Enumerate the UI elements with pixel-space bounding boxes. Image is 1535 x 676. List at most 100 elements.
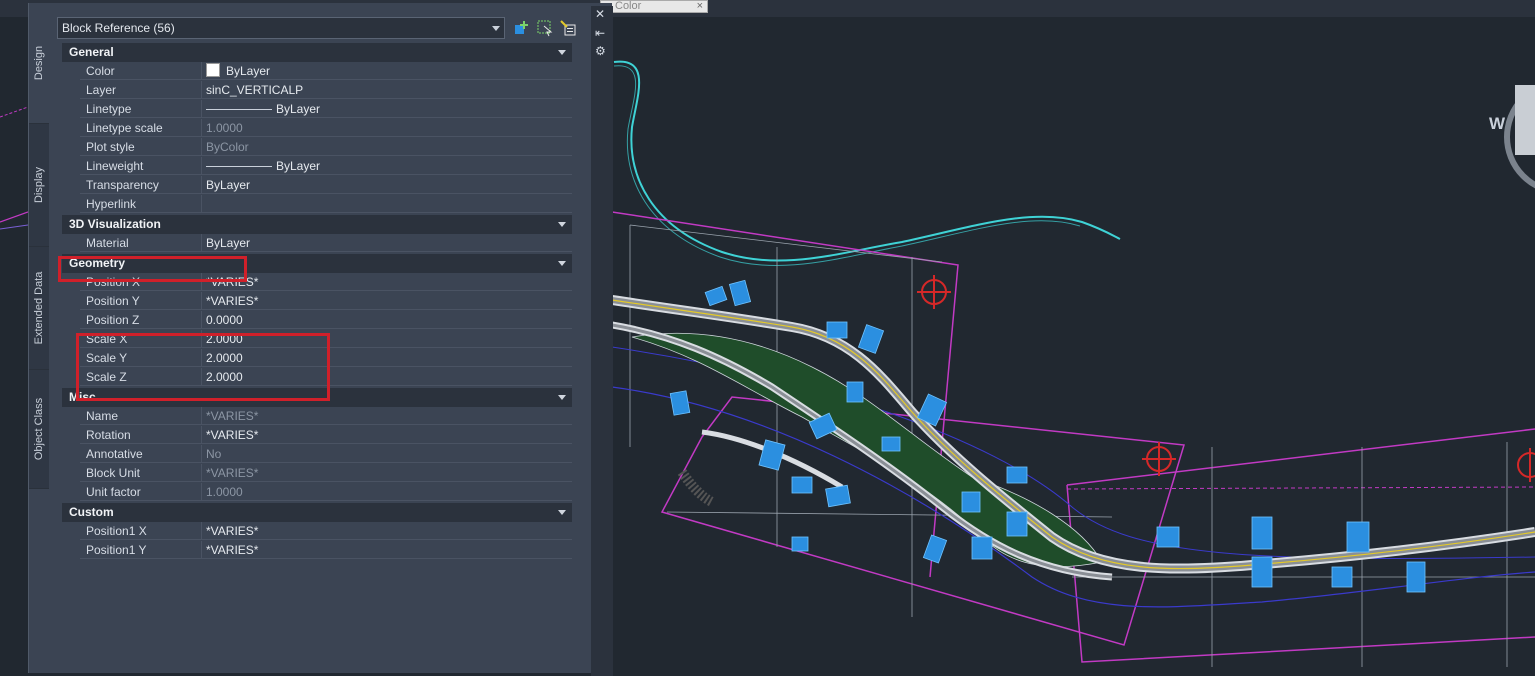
property-name: Unit factor (80, 483, 201, 501)
property-value[interactable]: No (201, 445, 572, 463)
property-name: Layer (80, 81, 201, 99)
section-custom[interactable]: Custom (62, 502, 572, 522)
row-gutter (62, 176, 80, 195)
property-row-position1-y[interactable]: Position1 Y *VARIES* (62, 541, 572, 560)
palette-title-strip (591, 6, 613, 676)
quick-select-icon[interactable] (559, 19, 577, 37)
property-row-plot-style[interactable]: Plot style ByColor (62, 138, 572, 157)
top-field-text: Color (615, 0, 642, 12)
property-value[interactable]: *VARIES* (201, 426, 572, 444)
tab-object-class[interactable]: Object Class (29, 370, 49, 489)
property-value[interactable]: ByLayer (201, 62, 572, 80)
viewcube-face[interactable] (1515, 85, 1535, 155)
palette-tabs: Design Display Extended Data Object Clas… (29, 3, 49, 673)
viewcube-label[interactable]: W (1489, 114, 1505, 134)
add-to-selection-icon[interactable] (513, 19, 531, 37)
property-value[interactable]: 1.0000 (201, 483, 572, 501)
row-gutter (62, 81, 80, 100)
tab-design[interactable]: Design (29, 3, 49, 124)
property-value[interactable]: ByLayer (201, 100, 572, 118)
property-value[interactable]: *VARIES* (201, 292, 572, 310)
palette-title-buttons: ✕ ⇤ ⚙ (591, 6, 611, 66)
property-value[interactable]: ByColor (201, 138, 572, 156)
property-value[interactable]: ByLayer (201, 157, 572, 175)
property-value-text: ByLayer (226, 64, 271, 78)
properties-menu-icon[interactable]: ⚙ (595, 44, 606, 58)
property-row-lineweight[interactable]: Lineweight ByLayer (62, 157, 572, 176)
property-name: Material (80, 234, 201, 252)
drawing-canvas[interactable]: W (612, 17, 1535, 673)
property-name: Block Unit (80, 464, 201, 482)
row-gutter (62, 445, 80, 464)
property-value[interactable]: *VARIES* (201, 522, 572, 540)
color-swatch-icon (206, 63, 220, 77)
property-value-text: ByLayer (276, 102, 321, 116)
property-value-text: ByLayer (276, 159, 321, 173)
property-row-position-z[interactable]: Position Z 0.0000 (62, 311, 572, 330)
row-gutter (62, 292, 80, 311)
row-gutter (62, 138, 80, 157)
collapse-icon (558, 510, 566, 515)
property-name: Lineweight (80, 157, 201, 175)
property-name: Linetype (80, 100, 201, 118)
property-value[interactable]: ByLayer (201, 234, 572, 252)
property-row-block-unit[interactable]: Block Unit *VARIES* (62, 464, 572, 483)
drawing-left-edge (0, 17, 28, 673)
property-grid: General Color ByLayer Layer sinC_VERTICALP… (62, 42, 572, 560)
top-field-clear[interactable]: × (697, 1, 703, 12)
property-name: Position1 X (80, 522, 201, 540)
top-color-field[interactable]: Color × (600, 0, 708, 13)
select-objects-icon[interactable] (536, 19, 554, 37)
palette-content: Block Reference (56) General Color ByLaye… (49, 3, 592, 673)
section-3d-visualization[interactable]: 3D Visualization (62, 214, 572, 234)
row-gutter (62, 195, 80, 214)
scale-highlight-box (76, 333, 330, 401)
property-value[interactable]: sinC_VERTICALP (201, 81, 572, 99)
row-gutter (62, 234, 80, 253)
property-row-transparency[interactable]: Transparency ByLayer (62, 176, 572, 195)
geometry-highlight-box (58, 256, 247, 282)
property-value[interactable]: 1.0000 (201, 119, 572, 137)
property-value[interactable]: *VARIES* (201, 541, 572, 559)
property-name: Color (80, 62, 201, 80)
property-row-unit-factor[interactable]: Unit factor 1.0000 (62, 483, 572, 502)
linetype-preview-icon (206, 109, 272, 110)
property-row-color[interactable]: Color ByLayer (62, 62, 572, 81)
property-row-layer[interactable]: Layer sinC_VERTICALP (62, 81, 572, 100)
property-row-position1-x[interactable]: Position1 X *VARIES* (62, 522, 572, 541)
section-custom-title: Custom (69, 505, 114, 519)
auto-hide-icon[interactable]: ⇤ (595, 26, 605, 40)
selection-dropdown[interactable]: Block Reference (56) (57, 17, 505, 39)
lineweight-preview-icon (206, 166, 272, 167)
property-value[interactable]: *VARIES* (201, 273, 572, 291)
row-gutter (62, 483, 80, 502)
property-row-rotation[interactable]: Rotation *VARIES* (62, 426, 572, 445)
property-value[interactable] (201, 195, 572, 213)
property-name: Transparency (80, 176, 201, 194)
property-row-position-y[interactable]: Position Y *VARIES* (62, 292, 572, 311)
property-name: Annotative (80, 445, 201, 463)
row-gutter (62, 62, 80, 81)
property-row-annotative[interactable]: Annotative No (62, 445, 572, 464)
collapse-icon (558, 261, 566, 266)
property-row-linetype[interactable]: Linetype ByLayer (62, 100, 572, 119)
property-row-name[interactable]: Name *VARIES* (62, 407, 572, 426)
road-drawing (612, 60, 1535, 667)
property-value[interactable]: 0.0000 (201, 311, 572, 329)
row-gutter (62, 464, 80, 483)
property-row-hyperlink[interactable]: Hyperlink (62, 195, 572, 214)
collapse-icon (558, 395, 566, 400)
property-row-linetype-scale[interactable]: Linetype scale 1.0000 (62, 119, 572, 138)
property-row-material[interactable]: Material ByLayer (62, 234, 572, 253)
property-value[interactable]: ByLayer (201, 176, 572, 194)
property-value[interactable]: *VARIES* (201, 464, 572, 482)
row-gutter (62, 541, 80, 560)
tab-display[interactable]: Display (29, 124, 49, 247)
tab-extended-data[interactable]: Extended Data (29, 247, 49, 370)
row-gutter (62, 157, 80, 176)
property-name: Position Y (80, 292, 201, 310)
section-general[interactable]: General (62, 42, 572, 62)
close-icon[interactable]: ✕ (595, 7, 605, 21)
properties-palette: Design Display Extended Data Object Clas… (28, 3, 613, 676)
property-value[interactable]: *VARIES* (201, 407, 572, 425)
